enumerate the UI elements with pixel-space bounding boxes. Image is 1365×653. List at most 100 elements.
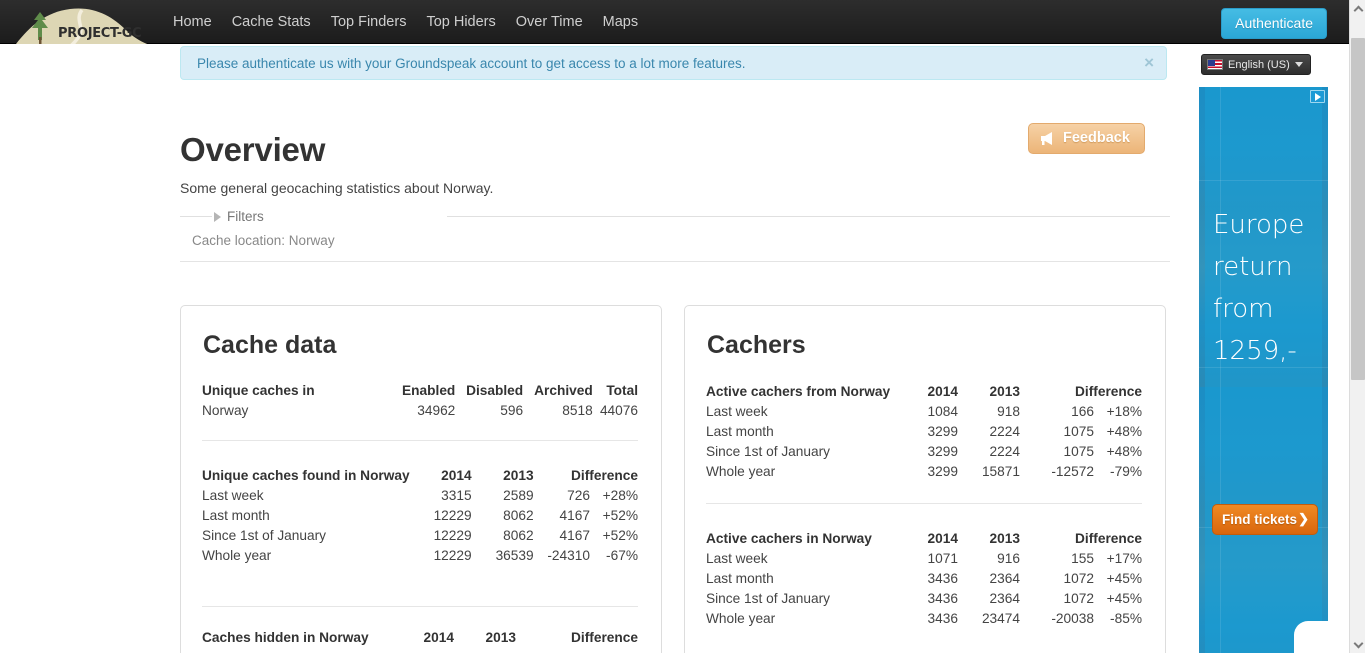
nav-item-home[interactable]: Home [163, 0, 222, 44]
cell-archived: 8518 [562, 403, 593, 418]
col-header-label: Active cachers in Norway [706, 531, 872, 546]
filters-section: Filters Cache location: Norway [180, 207, 1170, 262]
col-header-label: Caches hidden in Norway [202, 630, 369, 645]
ad-corner-notch [1294, 621, 1328, 653]
chevron-right-icon: ❯ [1298, 511, 1309, 526]
cell-difference: 4167 [559, 528, 590, 543]
cell-difference: 1072 [1063, 571, 1094, 586]
divider [202, 440, 638, 441]
row-label: Whole year [706, 611, 776, 626]
cell-2014: 3299 [927, 444, 958, 459]
divider [706, 503, 1142, 504]
scroll-up-icon[interactable] [1350, 0, 1365, 17]
cell-percent: +52% [602, 528, 638, 543]
row-label: Norway [202, 403, 249, 418]
cell-2013: 15871 [981, 464, 1020, 479]
page-root: PROJECT-GC Home Cache Stats Top Finders … [0, 0, 1365, 653]
row-label: Since 1st of January [706, 591, 831, 606]
authenticate-alert-banner: Please authenticate us with your Grounds… [180, 46, 1167, 80]
feedback-button[interactable]: Feedback [1028, 123, 1145, 154]
col-header-2013: 2013 [503, 468, 534, 483]
page-scrollbar[interactable] [1349, 0, 1365, 653]
filters-rule-right [447, 216, 1170, 217]
row-label: Since 1st of January [706, 444, 831, 459]
table-row: Last month 3436 2364 1072 +45% [706, 569, 1142, 589]
cell-2013: 918 [997, 404, 1020, 419]
ad-headline-line-4: 1259,- [1213, 336, 1297, 366]
authenticate-button[interactable]: Authenticate [1221, 8, 1327, 39]
nav-item-over-time[interactable]: Over Time [506, 0, 593, 44]
cell-2014: 12229 [433, 528, 472, 543]
cell-2014: 3436 [927, 611, 958, 626]
primary-nav: Home Cache Stats Top Finders Top Hiders … [163, 0, 648, 44]
nav-item-top-finders[interactable]: Top Finders [321, 0, 417, 44]
nav-item-maps[interactable]: Maps [593, 0, 648, 44]
table-header-row: Caches hidden in Norway 2014 2013 Differ… [202, 628, 638, 648]
table-row: Since 1st of January 3436 2364 1072 +45% [706, 589, 1142, 609]
table-header-row: Unique caches found in Norway 2014 2013 … [202, 466, 638, 486]
cell-disabled: 596 [500, 403, 524, 418]
filters-toggle[interactable]: Filters [214, 209, 264, 224]
cell-percent: +18% [1106, 404, 1142, 419]
cell-difference: -24310 [547, 548, 590, 563]
cell-2014: 12229 [433, 508, 472, 523]
cell-2013: 2364 [989, 571, 1020, 586]
scroll-down-icon[interactable] [1350, 636, 1365, 653]
cell-2014: 12229 [433, 548, 472, 563]
nav-item-cache-stats[interactable]: Cache Stats [222, 0, 321, 44]
cell-2014: 1071 [927, 551, 958, 566]
table-row: Last week 3315 2589 726 +28% [202, 486, 638, 506]
cell-difference: 4167 [559, 508, 590, 523]
cell-difference: 1072 [1063, 591, 1094, 606]
col-header-archived: Archived [534, 383, 593, 398]
row-label: Last month [706, 571, 774, 586]
table-row: Since 1st of January 12229 8062 4167 +52… [202, 526, 638, 546]
table-header-row: Active cachers from Norway 2014 2013 Dif… [706, 382, 1142, 402]
col-header-2013: 2013 [989, 384, 1020, 399]
ad-headline: Europe return from 1259,- [1213, 204, 1304, 372]
cell-2013: 2224 [989, 444, 1020, 459]
cell-percent: +48% [1106, 424, 1142, 439]
filters-legend-label: Filters [227, 209, 264, 224]
panel-title-cache-data: Cache data [203, 331, 337, 359]
row-label: Last week [706, 404, 768, 419]
scrollbar-thumb[interactable] [1351, 38, 1365, 380]
cell-2013: 2589 [503, 488, 534, 503]
close-icon[interactable]: × [1144, 53, 1154, 73]
triangle-right-icon [214, 211, 221, 222]
ad-headline-line-2: return [1213, 252, 1293, 282]
feedback-label: Feedback [1063, 130, 1130, 146]
page-subtitle: Some general geocaching statistics about… [180, 180, 494, 196]
col-header-2014: 2014 [423, 630, 454, 645]
cell-difference: 1075 [1063, 424, 1094, 439]
table-row: Last week 1071 916 155 +17% [706, 549, 1142, 569]
nav-item-top-hiders[interactable]: Top Hiders [416, 0, 505, 44]
cell-2014: 3436 [927, 591, 958, 606]
advertisement-banner[interactable]: Europe return from 1259,- Find tickets ❯ [1199, 87, 1328, 653]
col-header-enabled: Enabled [402, 383, 456, 398]
cell-2014: 1084 [927, 404, 958, 419]
col-header-2014: 2014 [927, 384, 958, 399]
cell-2014: 3315 [441, 488, 472, 503]
ad-find-tickets-button[interactable]: Find tickets ❯ [1212, 504, 1318, 535]
col-header-label: Unique caches in [202, 383, 315, 398]
divider [202, 606, 638, 607]
filters-summary: Cache location: Norway [192, 233, 335, 248]
cell-2013: 36539 [495, 548, 534, 563]
alert-message: Please authenticate us with your Grounds… [197, 56, 746, 71]
table-row: Norway 34962 596 8518 44076 [202, 401, 638, 421]
cell-enabled: 34962 [417, 403, 456, 418]
row-label: Last month [706, 424, 774, 439]
adchoices-icon[interactable] [1310, 90, 1325, 103]
language-selector[interactable]: English (US) [1201, 54, 1311, 75]
panel-title-cachers: Cachers [707, 331, 806, 359]
row-label: Last month [202, 508, 270, 523]
cell-difference: 155 [1071, 551, 1094, 566]
site-logo[interactable]: PROJECT-GC [0, 0, 165, 44]
chevron-down-icon [1294, 62, 1303, 67]
cell-total: 44076 [599, 403, 638, 418]
col-header-label: Active cachers from Norway [706, 384, 891, 399]
table-active-cachers-from: Active cachers from Norway 2014 2013 Dif… [706, 382, 1142, 482]
row-label: Last week [202, 488, 264, 503]
cell-2014: 3299 [927, 424, 958, 439]
